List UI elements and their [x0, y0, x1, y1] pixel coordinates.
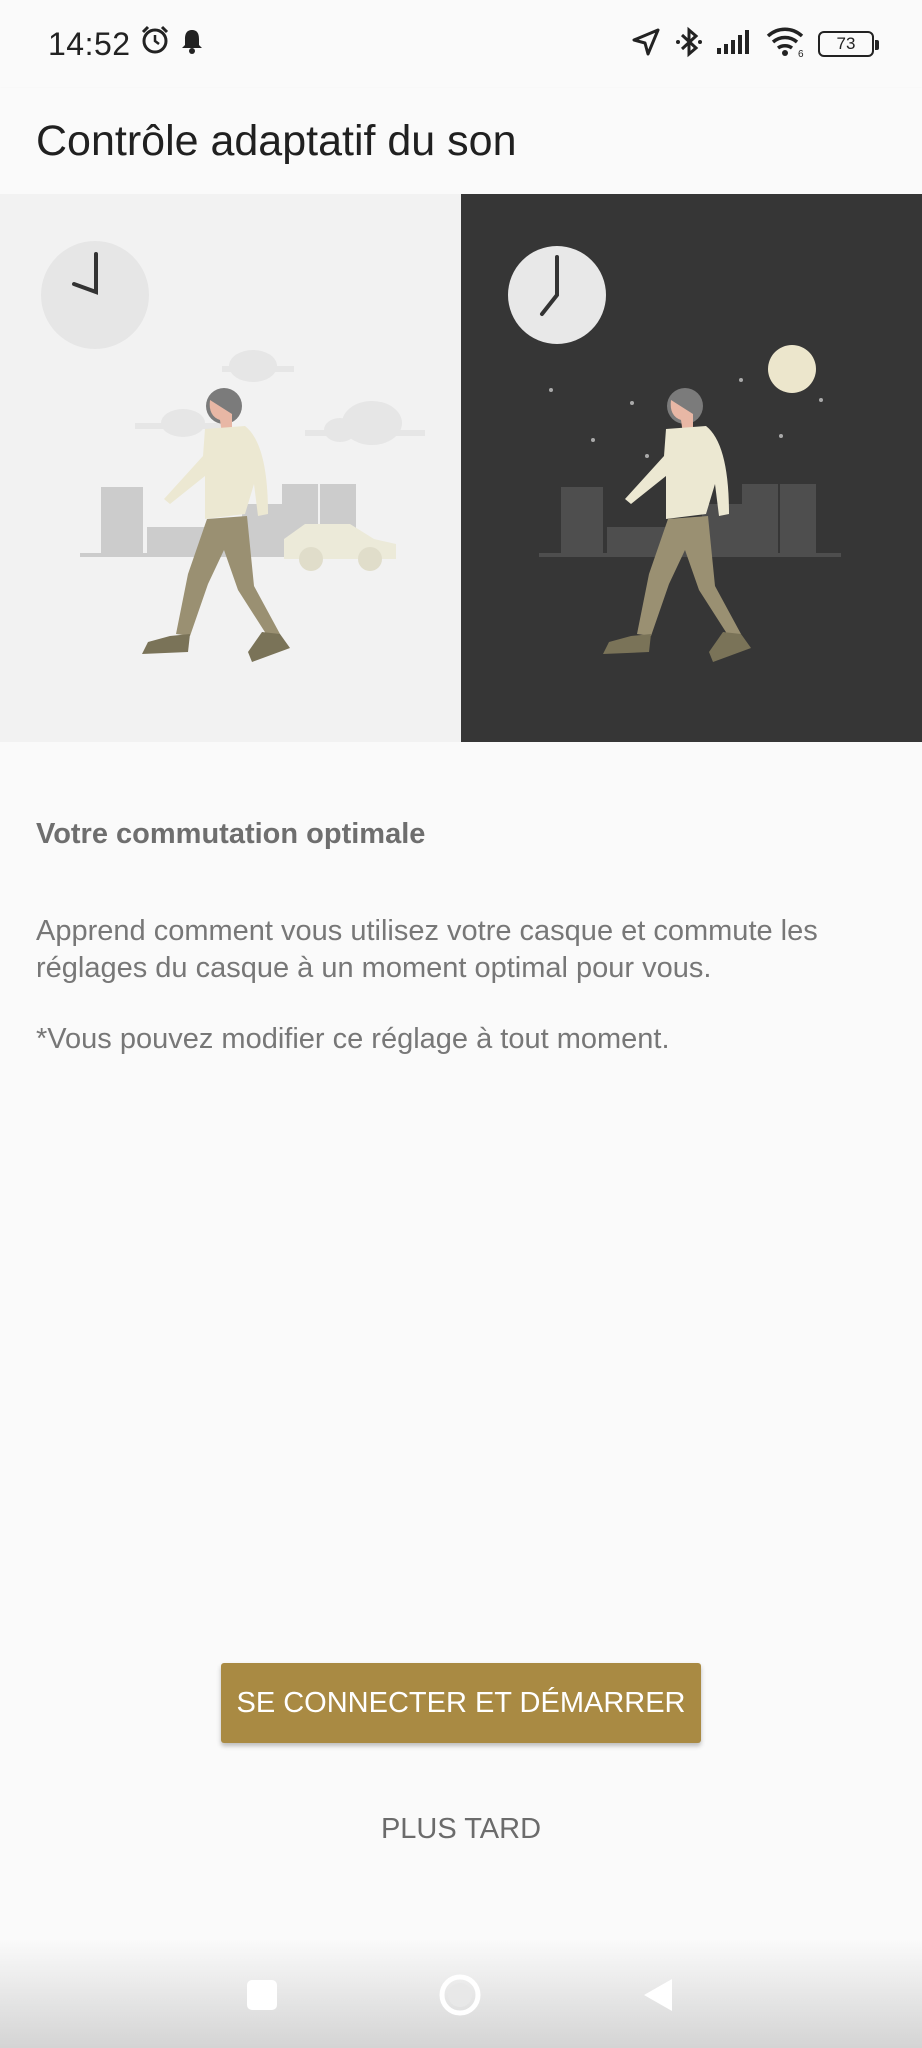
- battery-icon: 73: [818, 31, 879, 57]
- note-text: *Vous pouvez modifier ce réglage à tout …: [36, 1023, 670, 1055]
- location-arrow-icon: [630, 26, 662, 63]
- later-button[interactable]: PLUS TARD: [300, 1795, 622, 1863]
- home-circle-icon[interactable]: [438, 1973, 482, 2017]
- section-subtitle: Votre commutation optimale: [36, 818, 426, 850]
- system-nav-bar: [0, 1940, 922, 2048]
- bluetooth-icon: [674, 26, 704, 63]
- status-left: 14:52: [48, 24, 205, 64]
- alarm-icon: [139, 24, 171, 64]
- app-header: Contrôle adaptatif du son: [0, 88, 922, 194]
- status-time: 14:52: [48, 25, 131, 62]
- night-scene-illustration: [461, 194, 922, 742]
- status-bar: 14:52 6 73: [0, 0, 922, 88]
- description-text: Apprend comment vous utilisez votre casq…: [36, 915, 818, 984]
- content: Votre commutation optimale Apprend comme…: [36, 818, 886, 1056]
- day-scene-illustration: [0, 194, 461, 742]
- wifi-6-icon: 6: [766, 26, 806, 63]
- back-triangle-icon[interactable]: [636, 1973, 680, 2017]
- notification-bell-icon: [179, 26, 205, 63]
- status-right: 6 73: [630, 26, 879, 63]
- page-title: Contrôle adaptatif du son: [36, 116, 517, 165]
- signal-icon: [716, 28, 754, 61]
- svg-text:6: 6: [798, 49, 804, 58]
- illustration: [0, 194, 922, 742]
- connect-and-start-button[interactable]: SE CONNECTER ET DÉMARRER: [221, 1663, 701, 1743]
- recents-square-icon[interactable]: [240, 1973, 284, 2017]
